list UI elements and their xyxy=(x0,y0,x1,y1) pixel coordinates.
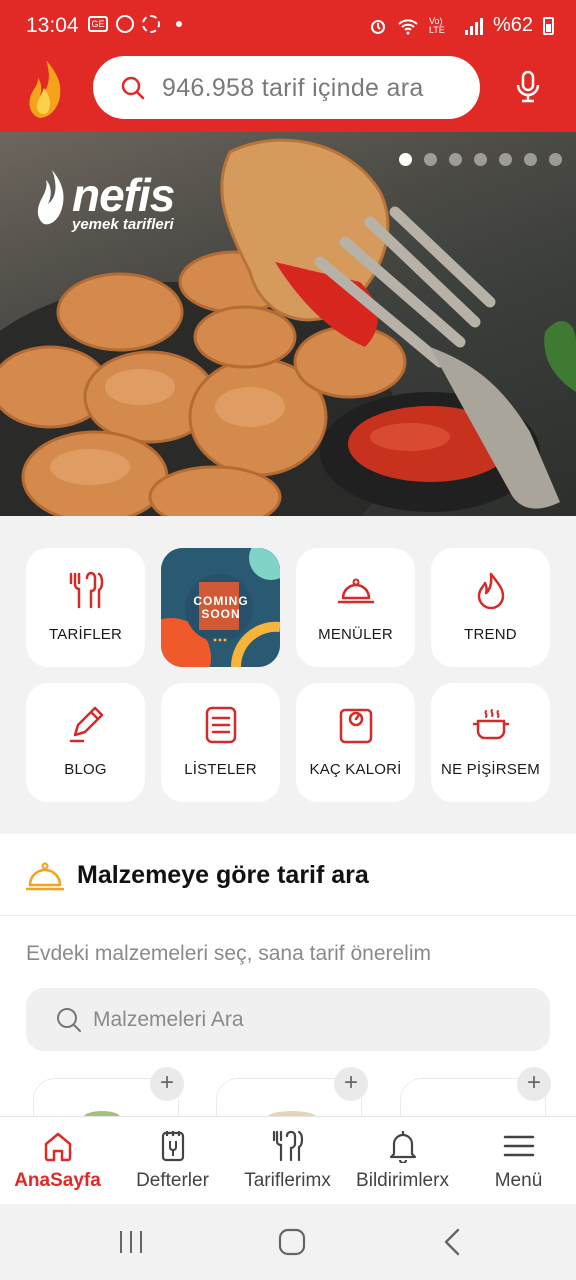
notification-icons: GE xyxy=(88,15,182,33)
nav-label: AnaSayfa xyxy=(14,1170,101,1191)
carousel-dot[interactable] xyxy=(449,153,462,166)
pot-icon xyxy=(472,709,510,740)
tile-trend[interactable]: TREND xyxy=(431,548,550,667)
nav-tariflerim[interactable]: Tariflerimx xyxy=(230,1117,345,1205)
pinwheel-icon xyxy=(142,15,160,33)
add-ingredient-button[interactable]: + xyxy=(334,1067,368,1101)
signal-icon xyxy=(464,17,483,35)
nefis-brand-logo: nefis yemek tarifleri xyxy=(34,168,175,233)
hero-banner[interactable]: nefis yemek tarifleri xyxy=(0,132,576,516)
gallery-notification-icon: GE xyxy=(88,16,108,32)
search-icon xyxy=(121,76,145,100)
carousel-dot[interactable] xyxy=(424,153,437,166)
status-time: 13:04 xyxy=(26,14,79,37)
search-icon xyxy=(57,1008,81,1032)
home-button-icon[interactable] xyxy=(277,1227,307,1257)
coming-soon-banner-art: COMING SOON xyxy=(161,548,280,667)
bottom-navigation: AnaSayfa Defterler Tariflerimx Bildiriml… xyxy=(0,1116,576,1204)
cloche-icon xyxy=(26,862,64,891)
home-icon xyxy=(44,1132,71,1162)
tile-tarifler[interactable]: TARİFLER xyxy=(26,548,145,667)
notebook-icon xyxy=(161,1131,184,1162)
add-ingredient-button[interactable]: + xyxy=(517,1067,551,1101)
recent-apps-icon[interactable] xyxy=(116,1227,146,1257)
tile-label: NE PİŞİRSEM xyxy=(441,761,540,778)
section-header: Malzemeye göre tarif ara xyxy=(0,834,576,916)
battery-icon xyxy=(543,16,554,35)
microphone-icon[interactable] xyxy=(515,70,541,104)
ingredient-search-placeholder: Malzemeleri Ara xyxy=(93,1008,244,1031)
brand-subtitle: yemek tarifleri xyxy=(72,216,174,233)
battery-percent: %62 xyxy=(492,14,533,36)
fork-knife-icon xyxy=(69,571,104,609)
system-navigation-bar xyxy=(0,1204,576,1280)
tile-listeler[interactable]: LİSTELER xyxy=(161,683,280,802)
coming-soon-line1: COMING xyxy=(193,594,248,608)
tile-label: LİSTELER xyxy=(184,761,257,778)
cloche-icon xyxy=(337,578,375,604)
flame-logo-icon[interactable] xyxy=(26,58,64,120)
pencil-icon xyxy=(69,706,104,743)
carousel-dot[interactable] xyxy=(399,153,412,166)
carousel-dot[interactable] xyxy=(499,153,512,166)
scale-icon xyxy=(339,708,373,744)
category-grid: TARİFLER COMING SOON MENÜLER TREND BLOG … xyxy=(0,516,576,822)
tile-label: MENÜLER xyxy=(318,626,393,643)
nav-defterler[interactable]: Defterler xyxy=(115,1117,230,1205)
search-placeholder: 946.958 tarif içinde ara xyxy=(162,74,424,102)
flame-icon xyxy=(477,572,505,610)
nav-label: Menü xyxy=(494,1170,543,1191)
add-ingredient-button[interactable]: + xyxy=(150,1067,184,1101)
bell-icon xyxy=(389,1131,416,1163)
volte-indicator: Vo) LTE xyxy=(428,15,445,35)
tile-label: BLOG xyxy=(64,761,107,778)
nav-label: Tariflerimx xyxy=(244,1170,331,1191)
tile-label: TREND xyxy=(464,626,517,643)
section-title: Malzemeye göre tarif ara xyxy=(77,861,369,889)
tile-label: KAÇ KALORİ xyxy=(309,761,402,778)
back-icon[interactable] xyxy=(438,1227,468,1257)
system-indicators: Vo) LTE %62 xyxy=(369,14,554,37)
carousel-dot[interactable] xyxy=(474,153,487,166)
carousel-dot[interactable] xyxy=(549,153,562,166)
ingredient-search-input[interactable]: Malzemeleri Ara xyxy=(26,988,550,1051)
hamburger-icon xyxy=(503,1135,534,1157)
carousel-dot[interactable] xyxy=(524,153,537,166)
carousel-dots[interactable] xyxy=(399,153,562,166)
tile-ne-pisirsem[interactable]: NE PİŞİRSEM xyxy=(431,683,550,802)
ingredient-search-section: Malzemeye göre tarif ara Evdeki malzemel… xyxy=(0,834,576,1138)
nav-anasayfa[interactable]: AnaSayfa xyxy=(0,1117,115,1205)
tile-coming-soon[interactable]: COMING SOON xyxy=(161,548,280,667)
nav-label: Bildirimlerx xyxy=(356,1170,449,1191)
nav-label: Defterler xyxy=(136,1170,209,1191)
whatsapp-icon xyxy=(116,15,134,33)
tile-kac-kalori[interactable]: KAÇ KALORİ xyxy=(296,683,415,802)
wifi-icon xyxy=(398,18,418,34)
nav-bildirimler[interactable]: Bildirimlerx xyxy=(345,1117,460,1205)
section-subtitle: Evdeki malzemeleri seç, sana tarif önere… xyxy=(26,942,431,965)
recipe-search-input[interactable]: 946.958 tarif içinde ara xyxy=(93,56,480,119)
list-icon xyxy=(205,706,237,744)
app-header: 946.958 tarif içinde ara xyxy=(0,52,576,132)
more-notifications-dot xyxy=(176,21,182,27)
brand-name: nefis xyxy=(72,169,175,221)
nav-menu[interactable]: Menü xyxy=(461,1117,576,1205)
coming-soon-line2: SOON xyxy=(201,607,240,621)
tile-blog[interactable]: BLOG xyxy=(26,683,145,802)
brand-flame-icon xyxy=(37,170,64,225)
fork-knife-icon xyxy=(272,1130,303,1162)
status-bar: 13:04 GE Vo) LTE %62 xyxy=(0,0,576,52)
tile-menuler[interactable]: MENÜLER xyxy=(296,548,415,667)
tile-label: TARİFLER xyxy=(49,626,122,643)
alarm-icon xyxy=(370,19,385,34)
